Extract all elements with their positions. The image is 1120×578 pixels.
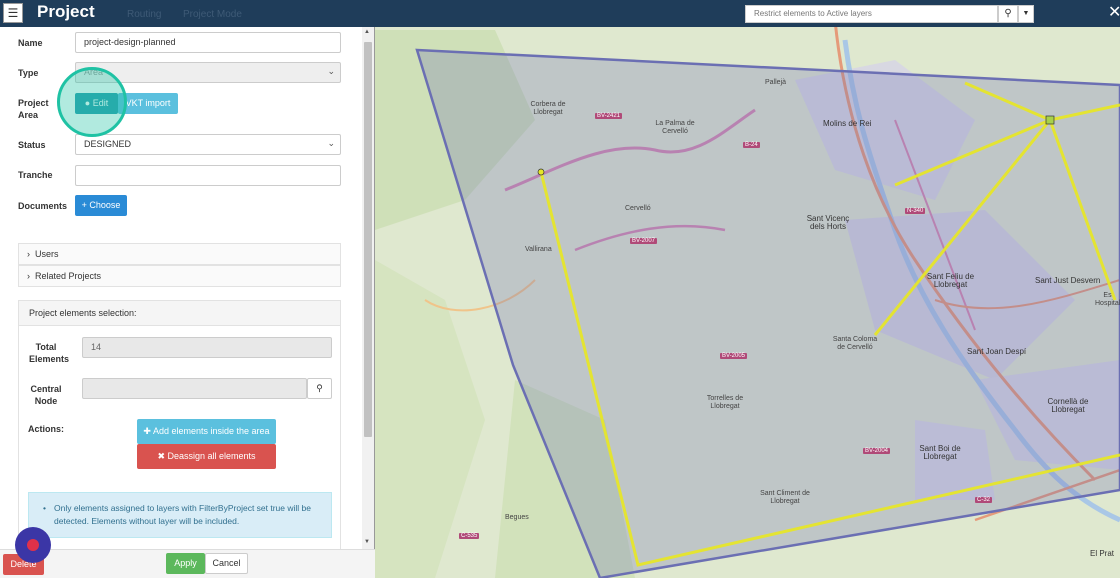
panel-scrollbar[interactable]: ▲ ▼	[362, 27, 374, 549]
add-elements-label: Add elements inside the area	[152, 426, 270, 436]
map-label: Cornellà de Llobregat	[1047, 397, 1089, 414]
total-elements-label-2: Elements	[28, 354, 70, 364]
map-label: Vallirana	[525, 246, 552, 253]
deassign-label: Deassign all elements	[167, 451, 256, 461]
type-label: Type	[18, 68, 39, 78]
ghost-tab: Project Mode	[183, 9, 242, 20]
central-node-search-button[interactable]: ⚲	[307, 378, 332, 399]
project-area-label-1: Project	[18, 98, 49, 108]
map-label: Cervelló	[625, 205, 651, 212]
route-endpoint-marker[interactable]	[537, 168, 545, 176]
ghost-tab: Routing	[127, 9, 162, 20]
project-elements-selection: Project elements selection: Total Elemen…	[18, 300, 341, 549]
road-label: BV-2005	[720, 353, 748, 359]
tranche-input[interactable]	[75, 165, 341, 186]
accordion-related-projects[interactable]: › Related Projects	[18, 265, 341, 287]
click-highlight-ring	[57, 67, 127, 137]
search-dropdown-button[interactable]: ▼	[1018, 5, 1034, 23]
map-label: Sant Feliu de Llobregat	[926, 272, 975, 289]
map-label: La Palma de Cervelló	[655, 120, 695, 135]
central-node-label-2: Node	[34, 396, 58, 406]
panel-body: Name project-design-planned Type Area ⌄ …	[0, 27, 363, 549]
tranche-label: Tranche	[18, 170, 53, 180]
total-elements-label-1: Total	[35, 342, 57, 352]
project-panel: ☰ Project Routing Project Mode Name proj…	[0, 0, 375, 578]
chevron-down-icon: ⌄	[327, 66, 335, 76]
layer-filter-input[interactable]: Restrict elements to Active layers	[745, 5, 998, 23]
total-elements-value: 14	[82, 337, 332, 358]
map-label: Santa Coloma de Cervelló	[832, 336, 878, 351]
road-label: B-24	[743, 142, 760, 148]
name-label: Name	[18, 38, 43, 48]
selection-header: Project elements selection:	[19, 301, 340, 326]
panel-header: ☰ Project Routing Project Mode	[0, 0, 375, 27]
cancel-button[interactable]: Cancel	[205, 553, 248, 574]
status-value: DESIGNED	[84, 139, 132, 149]
road-label: BV-2007	[630, 238, 658, 244]
status-select[interactable]: DESIGNED ⌄	[75, 134, 341, 155]
central-node-input[interactable]	[82, 378, 307, 399]
road-label: N-340	[905, 208, 926, 214]
documents-label: Documents	[18, 201, 68, 211]
panel-footer: Delete Apply Cancel	[0, 549, 375, 578]
road-label: BV-2421	[595, 113, 623, 119]
apply-button[interactable]: Apply	[166, 553, 205, 574]
caret-down-icon: ▼	[1022, 10, 1030, 17]
info-text: Only elements assigned to layers with Fi…	[54, 503, 311, 526]
search-icon: ⚲	[1004, 8, 1012, 19]
map-label: Es Hospitalet	[1095, 292, 1120, 307]
accordion-label: Users	[35, 249, 59, 259]
deassign-elements-button[interactable]: ✖ Deassign all elements	[137, 444, 276, 469]
map-label: Sant Boi de Llobregat	[919, 444, 961, 461]
chevron-down-icon: ⌄	[327, 138, 335, 148]
map-label: Begues	[505, 514, 529, 521]
times-icon: ✖	[157, 451, 165, 461]
status-label: Status	[18, 140, 46, 150]
accordion-users[interactable]: › Users	[18, 243, 341, 265]
scroll-down-icon[interactable]: ▼	[364, 539, 370, 545]
road-label: BV-2004	[863, 448, 891, 454]
bullet-icon: •	[43, 503, 46, 513]
map-label: Corbera de Llobregat	[530, 101, 566, 116]
map-label: Sant Joan Despí	[967, 347, 1027, 356]
search-icon: ⚲	[316, 383, 323, 393]
choose-documents-button[interactable]: + Choose	[75, 195, 127, 216]
road-label: C-32	[975, 497, 993, 503]
map-view[interactable]: Pallejà Molins de Rei Corbera de Llobreg…	[375, 0, 1120, 578]
panel-title: Project	[37, 2, 95, 21]
vkt-import-button[interactable]: VKT import	[118, 93, 178, 114]
actions-label: Actions:	[28, 424, 64, 434]
map-label: Sant Just Desvern	[1035, 276, 1101, 285]
map-label: Pallejà	[765, 79, 787, 86]
accordion-label: Related Projects	[35, 271, 102, 281]
scroll-up-icon[interactable]: ▲	[364, 29, 370, 35]
close-icon[interactable]: ✕	[1108, 3, 1120, 23]
map-label: Torrelles de Llobregat	[706, 395, 744, 410]
map-canvas[interactable]	[375, 0, 1120, 578]
plus-icon: ✚	[143, 426, 151, 436]
central-node-label-1: Central	[30, 384, 62, 394]
map-label: Sant Climent de Llobregat	[760, 490, 810, 505]
chevron-right-icon: ›	[27, 271, 30, 281]
floating-action-button[interactable]	[15, 527, 51, 563]
map-label: El Prat	[1090, 549, 1115, 558]
record-icon	[27, 539, 39, 551]
road-label: C-535	[459, 533, 480, 539]
map-label: Sant Vicenç dels Horts	[806, 214, 850, 231]
chevron-right-icon: ›	[27, 249, 30, 259]
add-elements-button[interactable]: ✚ Add elements inside the area	[137, 419, 276, 444]
search-button[interactable]: ⚲	[998, 5, 1018, 23]
scrollbar-thumb[interactable]	[364, 42, 372, 437]
central-node-marker[interactable]	[1045, 115, 1055, 125]
project-area-label-2: Area	[18, 110, 39, 120]
list-icon[interactable]: ☰	[3, 3, 23, 23]
info-alert: • Only elements assigned to layers with …	[28, 492, 332, 538]
app-root: Pallejà Molins de Rei Corbera de Llobreg…	[0, 0, 1120, 578]
map-label: Molins de Rei	[823, 119, 872, 128]
name-input[interactable]: project-design-planned	[75, 32, 341, 53]
